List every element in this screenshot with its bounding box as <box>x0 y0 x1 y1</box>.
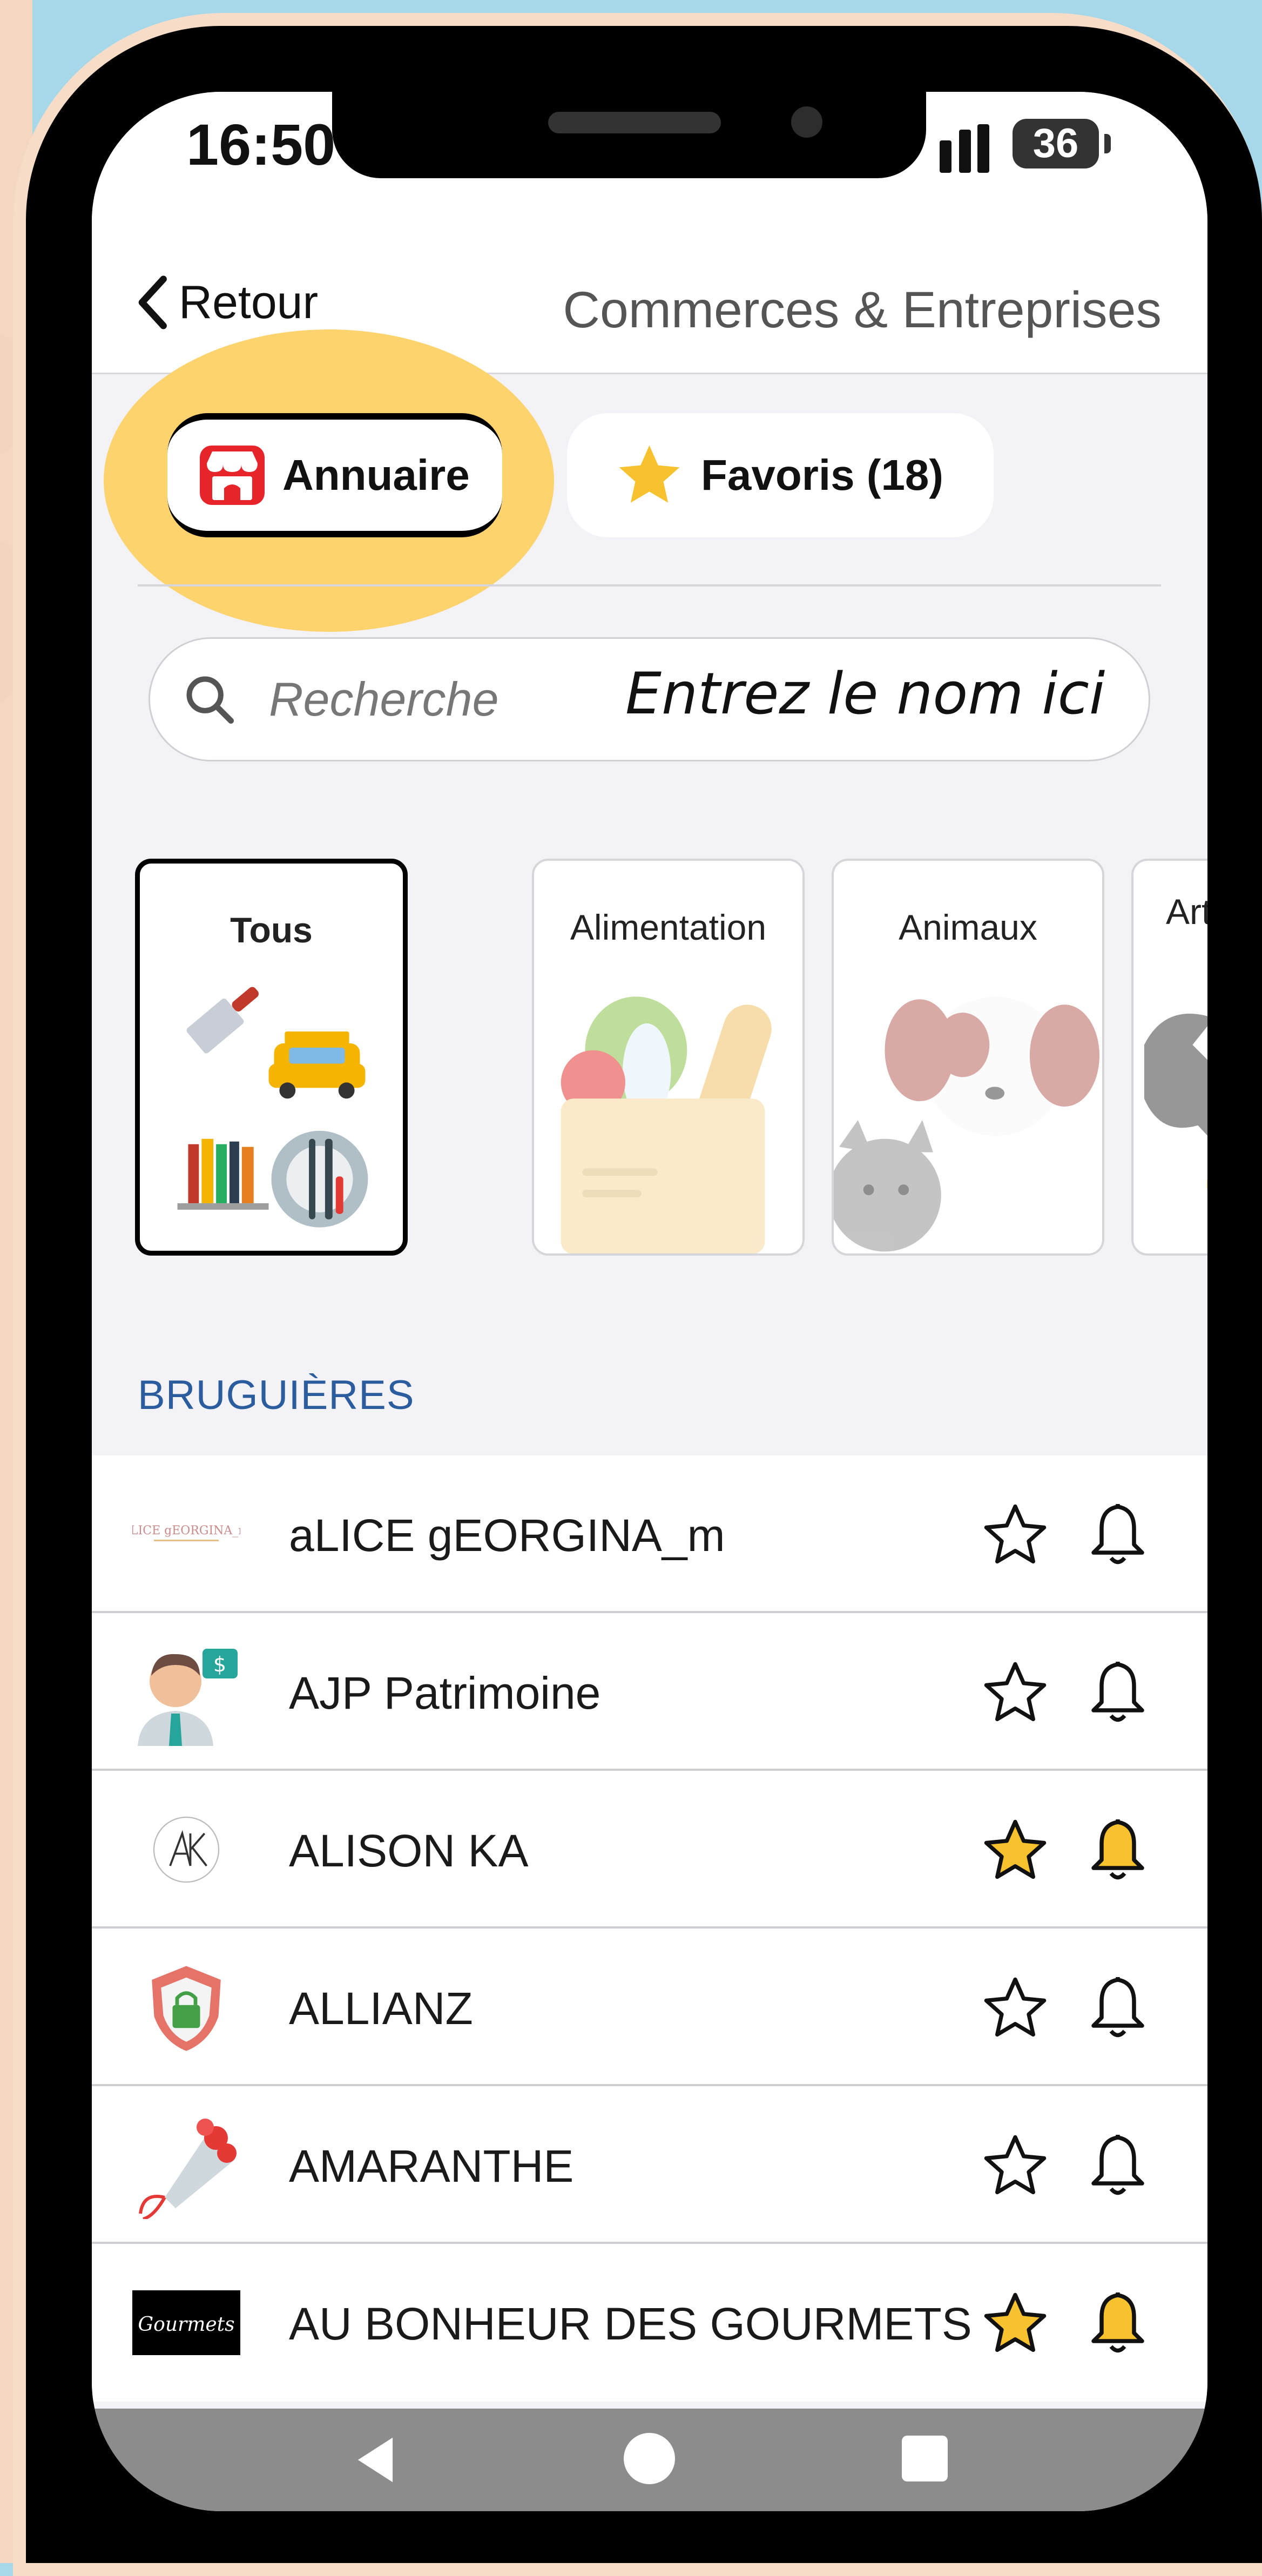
category-card-alimentation[interactable]: Alimentation <box>532 859 805 1256</box>
chevron-left-icon <box>138 275 167 329</box>
bell-icon[interactable] <box>1085 1499 1150 1569</box>
list-item[interactable]: ALLIANZ <box>92 1928 1207 2086</box>
gourmets-logo: Gourmets <box>132 2269 240 2377</box>
ak-monogram-logo <box>132 1796 240 1904</box>
business-name: ALISON KA <box>289 1825 529 1876</box>
search-placeholder: Recherche <box>269 672 499 726</box>
search-icon <box>186 676 234 724</box>
list-item[interactable]: $ AJP Patrimoine <box>92 1613 1207 1771</box>
business-name: AU BONHEUR DES GOURMETS <box>289 2298 972 2349</box>
business-name: ALLIANZ <box>289 1983 473 2034</box>
business-name: aLICE gEORGINA_m <box>289 1510 725 1561</box>
bell-icon[interactable] <box>1085 2287 1150 2357</box>
all-categories-icon <box>177 987 368 1228</box>
bell-icon[interactable] <box>1085 1814 1150 1884</box>
list-item[interactable]: Gourmets AU BONHEUR DES GOURMETS <box>92 2244 1207 2402</box>
tools-icon <box>1144 1014 1207 1209</box>
front-camera <box>791 106 822 138</box>
nav-recents-icon[interactable] <box>902 2436 948 2481</box>
flower-bouquet-icon <box>132 2111 240 2219</box>
tabs-divider <box>138 584 1161 586</box>
category-label: Animaux <box>899 907 1037 947</box>
pets-icon <box>834 996 1100 1252</box>
signal-icon <box>923 124 989 173</box>
bell-icon[interactable] <box>1085 1656 1150 1727</box>
advisor-avatar-icon: $ <box>132 1638 240 1746</box>
nav-home-icon[interactable] <box>624 2433 675 2484</box>
favorite-star-icon[interactable] <box>980 1974 1050 2042</box>
category-label: Alimentation <box>570 907 767 947</box>
list-item[interactable]: aLICE gEORGINA_m aLICE gEORGINA_m <box>92 1455 1207 1613</box>
business-name: AMARANTHE <box>289 2141 574 2191</box>
bell-icon[interactable] <box>1085 1972 1150 2042</box>
shield-lock-icon <box>132 1953 240 2061</box>
svg-text:$: $ <box>213 1653 226 1676</box>
tab-favoris[interactable]: Favoris (18) <box>567 413 994 537</box>
nav-back-icon[interactable] <box>346 2430 405 2490</box>
page-title: Commerces & Entreprises <box>563 281 1162 339</box>
category-card-animaux[interactable]: Animaux <box>832 859 1104 1256</box>
system-nav-bar <box>92 2409 1207 2511</box>
category-card-tous[interactable]: Tous <box>135 859 408 1256</box>
favorite-star-icon[interactable] <box>980 2132 1050 2200</box>
alice-georgina-logo: aLICE gEORGINA_m <box>132 1480 240 1588</box>
category-card-artisan[interactable]: Artisan BTP <box>1131 859 1207 1256</box>
tab-annuaire[interactable]: Annuaire <box>167 413 502 537</box>
search-bar[interactable]: Recherche Entrez le nom ici <box>149 637 1150 761</box>
back-label: Retour <box>179 276 319 328</box>
section-header: BRUGUIÈRES <box>138 1372 415 1418</box>
grocery-bag-icon <box>561 996 772 1253</box>
category-carousel: Tous Alimentation Animaux Art <box>92 859 1207 1258</box>
favorite-star-icon[interactable] <box>980 1817 1050 1884</box>
business-name: AJP Patrimoine <box>289 1668 601 1718</box>
status-time: 16:50 <box>186 112 336 177</box>
battery-indicator: 36 <box>1013 119 1099 168</box>
svg-text:aLICE gEORGINA_m: aLICE gEORGINA_m <box>132 1524 240 1537</box>
favorite-star-icon[interactable] <box>980 1501 1050 1569</box>
tab-label: Annuaire <box>282 451 470 499</box>
store-icon <box>200 446 265 505</box>
tab-label: Favoris (18) <box>701 451 944 499</box>
speaker-grille <box>548 112 721 133</box>
favorite-star-icon[interactable] <box>980 2290 1050 2357</box>
search-hint-text: Entrez le nom ici <box>625 660 1105 727</box>
list-item[interactable]: ALISON KA <box>92 1771 1207 1928</box>
star-icon <box>619 445 680 503</box>
back-button[interactable]: Retour <box>132 270 318 335</box>
list-item[interactable]: AMARANTHE <box>92 2086 1207 2244</box>
bell-icon[interactable] <box>1085 2129 1150 2200</box>
phone-screen: 16:50 36 Retour Commerces & Entreprises <box>92 92 1207 2511</box>
favorite-star-icon[interactable] <box>980 1659 1050 1727</box>
camera-notch <box>332 92 926 178</box>
category-label: Tous <box>230 910 313 950</box>
battery-tip <box>1104 134 1111 153</box>
status-bar: 16:50 36 <box>92 92 1207 227</box>
svg-text:Gourmets: Gourmets <box>138 2314 234 2336</box>
category-label: Artisan BTP <box>1166 892 1207 932</box>
